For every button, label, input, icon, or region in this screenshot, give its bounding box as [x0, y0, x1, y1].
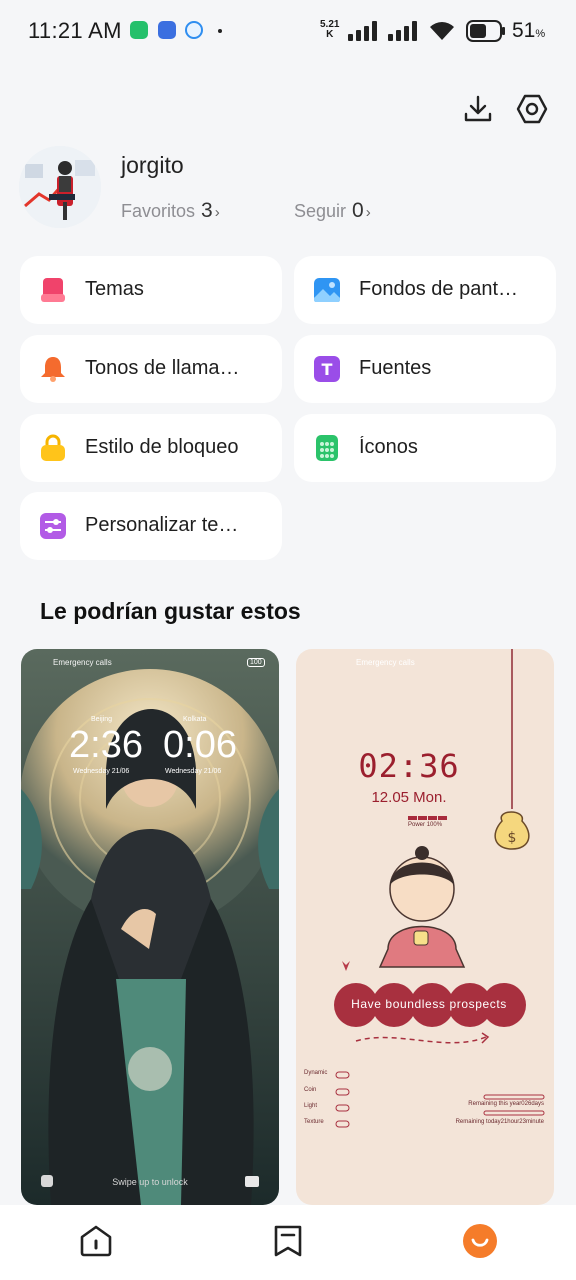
battery-percent: 51%	[512, 19, 545, 43]
favorites-link[interactable]: Favoritos 3 ›	[121, 199, 220, 223]
preview-banner: Have boundless prospects	[351, 997, 507, 1011]
avatar[interactable]	[19, 146, 101, 228]
fonts-icon: T	[314, 356, 340, 382]
wifi-icon	[430, 22, 454, 40]
preview-clock-1: 2:36	[69, 724, 143, 766]
home-icon[interactable]	[78, 1223, 114, 1259]
preview-date: 12.05 Mon.	[371, 789, 447, 806]
signal-1-icon	[348, 21, 377, 41]
preview-date-2: Wednesday 21/06	[165, 768, 222, 775]
menu-item-label: Fondos de pant…	[359, 278, 518, 300]
svg-text:T: T	[322, 360, 333, 379]
preview-remaining-today: Remaining today21hour23minute	[455, 1119, 544, 1125]
theme-preview-card[interactable]: Emergency calls 100 Beijing Kolkata 2:36…	[21, 649, 279, 1205]
menu-item-label: Íconos	[359, 436, 418, 458]
preview-date-1: Wednesday 21/06	[73, 768, 130, 775]
infinity-app-icon	[158, 21, 176, 39]
themes-icon	[41, 278, 65, 302]
menu-item-label: Fuentes	[359, 357, 432, 379]
more-notifications-icon	[218, 29, 222, 33]
chevron-right-icon: ›	[214, 204, 220, 221]
following-count: 0	[352, 199, 364, 222]
menu-item-customize[interactable]: Personalizar te…	[20, 492, 282, 560]
following-label: Seguir	[294, 201, 347, 221]
preview-battery-text: 100	[247, 658, 265, 667]
menu-item-fonts[interactable]: T Fuentes	[294, 335, 556, 403]
preview-toggle-label: Dynamic	[304, 1070, 328, 1076]
favorites-label: Favoritos	[121, 201, 196, 221]
camera-icon	[245, 1176, 259, 1187]
status-bar: 11:21 AM 5.21 K 51%	[0, 0, 576, 62]
preview-city-1: Beijing	[91, 716, 113, 723]
preview-swipe-text: Swipe up to unlock	[112, 1177, 188, 1187]
lock-style-icon	[41, 434, 65, 461]
power-value: 100%	[426, 822, 443, 828]
preview-toggle-label: Texture	[304, 1119, 324, 1125]
icons-icon	[316, 435, 338, 461]
menu-item-themes[interactable]: Temas	[20, 256, 282, 324]
chevron-right-icon: ›	[365, 204, 371, 221]
preview-toggle-label: Coin	[304, 1087, 317, 1093]
blue-app-icon	[185, 21, 203, 39]
bottom-navigation	[0, 1205, 576, 1280]
flashlight-icon	[41, 1175, 53, 1187]
avatar-image	[19, 146, 101, 228]
profile-icon[interactable]	[462, 1223, 498, 1259]
network-speed-unit: K	[326, 29, 334, 40]
menu-item-label: Estilo de bloqueo	[85, 436, 239, 458]
following-link[interactable]: Seguir 0 ›	[294, 199, 371, 223]
preview-emergency-text: Emergency calls	[356, 658, 415, 667]
bookmark-icon[interactable]	[270, 1223, 306, 1259]
battery-percent-value: 51	[512, 19, 536, 42]
settings-icon[interactable]	[515, 92, 549, 126]
menu-item-ringtones[interactable]: Tonos de llama…	[20, 335, 282, 403]
signal-2-icon	[388, 21, 417, 41]
menu-item-lock-style[interactable]: Estilo de bloqueo	[20, 414, 282, 482]
battery-percent-sign: %	[535, 28, 546, 40]
preview-clock-2: 0:06	[163, 724, 237, 766]
download-icon[interactable]	[461, 92, 495, 126]
preview-toggle-label: Light	[304, 1103, 318, 1109]
theme-preview-card[interactable]: $ Emergency calls 02:36 12.05 Mon. Power…	[296, 649, 554, 1205]
status-time: 11:21 AM	[28, 18, 122, 43]
wallpapers-icon	[314, 278, 340, 302]
customize-icon	[40, 513, 66, 539]
preview-power: Power 100%	[408, 822, 442, 828]
menu-item-label: Temas	[85, 278, 144, 300]
username: jorgito	[121, 152, 184, 178]
favorites-count: 3	[201, 199, 213, 222]
theme-preview-image	[21, 649, 279, 1205]
menu-item-icons[interactable]: Íconos	[294, 414, 556, 482]
preview-emergency-text: Emergency calls	[53, 658, 112, 667]
menu-item-label: Personalizar te…	[85, 514, 239, 536]
whatsapp-business-icon	[130, 21, 148, 39]
menu-item-label: Tonos de llama…	[85, 357, 240, 379]
svg-text:$: $	[508, 830, 517, 846]
menu-item-wallpapers[interactable]: Fondos de pant…	[294, 256, 556, 324]
network-speed: 5.21 K	[320, 20, 339, 40]
preview-clock: 02:36	[358, 747, 460, 785]
power-label: Power	[408, 822, 426, 828]
preview-remaining-year: Remaining this year026days	[468, 1101, 544, 1107]
section-title: Le podrían gustar estos	[40, 598, 301, 624]
battery-icon	[466, 20, 505, 42]
ringtones-icon	[41, 357, 65, 382]
preview-city-2: Kolkata	[183, 716, 207, 723]
